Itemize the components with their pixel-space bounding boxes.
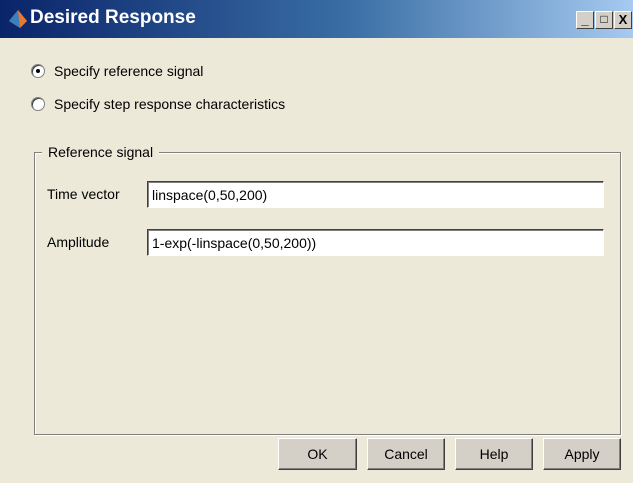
time-vector-input[interactable] bbox=[147, 181, 604, 208]
title-bar[interactable]: Desired Response _ □ X bbox=[0, 0, 633, 38]
amplitude-input[interactable] bbox=[147, 229, 604, 256]
apply-button[interactable]: Apply bbox=[543, 438, 621, 470]
radio-button-unselected[interactable] bbox=[31, 97, 45, 111]
radio-button-selected[interactable] bbox=[31, 64, 45, 78]
ok-button[interactable]: OK bbox=[278, 438, 357, 470]
matlab-icon bbox=[9, 10, 27, 28]
radio-reference-signal[interactable]: Specify reference signal bbox=[31, 61, 203, 81]
reference-signal-legend: Reference signal bbox=[42, 141, 160, 163]
radio-step-response[interactable]: Specify step response characteristics bbox=[31, 94, 285, 114]
minimize-button[interactable]: _ bbox=[576, 11, 594, 29]
cancel-button[interactable]: Cancel bbox=[367, 438, 445, 470]
radio-label-step-response: Specify step response characteristics bbox=[54, 96, 286, 112]
amplitude-label: Amplitude bbox=[47, 234, 110, 250]
window-title: Desired Response bbox=[30, 7, 196, 28]
maximize-button[interactable]: □ bbox=[595, 11, 613, 29]
close-button[interactable]: X bbox=[614, 11, 632, 29]
radio-label-reference-signal: Specify reference signal bbox=[54, 63, 204, 79]
desired-response-dialog: Desired Response _ □ X Specify reference… bbox=[0, 0, 633, 483]
time-vector-label: Time vector bbox=[47, 186, 120, 202]
help-button[interactable]: Help bbox=[455, 438, 533, 470]
